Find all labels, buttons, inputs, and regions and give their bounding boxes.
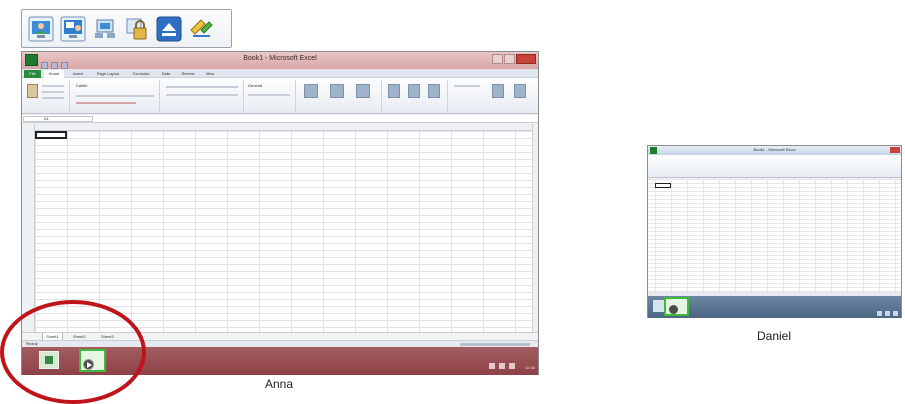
- clipboard-group: [22, 80, 70, 112]
- tab-home[interactable]: Home: [44, 70, 64, 78]
- daniel-active-cell: [655, 183, 671, 188]
- close-icon[interactable]: [516, 54, 536, 64]
- tab-file[interactable]: File: [24, 70, 41, 78]
- taskbar-sharing-app-icon[interactable]: [664, 297, 689, 316]
- tab-review[interactable]: Review: [178, 70, 198, 78]
- system-tray: 12:45: [485, 356, 535, 370]
- ribbon: Calibri General: [22, 78, 538, 114]
- name-box[interactable]: A1: [23, 116, 93, 122]
- minimize-icon[interactable]: [492, 54, 503, 64]
- share-apps-icon[interactable]: [92, 16, 118, 42]
- font-group: Calibri: [70, 80, 160, 112]
- zoom-slider[interactable]: [460, 343, 530, 346]
- sharing-toolbar: [21, 9, 232, 48]
- worksheet-grid[interactable]: [22, 124, 538, 332]
- number-format[interactable]: General: [248, 83, 262, 88]
- paste-icon[interactable]: [27, 84, 38, 98]
- insert-cells-icon[interactable]: [388, 84, 400, 98]
- number-group: General: [244, 80, 296, 112]
- font-name[interactable]: Calibri: [76, 83, 87, 88]
- flag-icon: [488, 363, 495, 369]
- ribbon-tabs: File Home Insert Page Layout Formulas Da…: [22, 69, 538, 78]
- speaker-icon: [498, 363, 505, 369]
- daniel-title-bar: Book1 - Microsoft Excel: [648, 146, 901, 155]
- daniel-ribbon: [648, 155, 901, 178]
- eject-icon[interactable]: [156, 16, 182, 42]
- anna-caption: Anna: [265, 377, 294, 391]
- tray-time: 12:45: [524, 365, 535, 370]
- window-title: Book1 - Microsoft Excel: [243, 55, 317, 62]
- lock-icon[interactable]: [124, 16, 150, 42]
- sort-filter-icon[interactable]: [492, 84, 504, 98]
- column-headers: [22, 124, 538, 131]
- formula-bar[interactable]: A1: [22, 115, 538, 123]
- conditional-formatting-icon[interactable]: [304, 84, 318, 98]
- highlight-circle: [0, 300, 146, 404]
- excel-title-bar: Book1 - Microsoft Excel: [22, 52, 538, 69]
- system-tray: [874, 303, 898, 321]
- network-icon: [508, 363, 515, 369]
- daniel-taskbar: [648, 296, 901, 318]
- window-controls[interactable]: [491, 54, 536, 66]
- editing-group: [448, 80, 538, 112]
- alignment-group: [160, 80, 244, 112]
- pen-annotate-icon[interactable]: [188, 16, 214, 42]
- cells-group: [382, 80, 448, 112]
- styles-group: [296, 80, 382, 112]
- daniel-caption: Daniel: [757, 329, 792, 343]
- tab-data[interactable]: Data: [158, 70, 174, 78]
- row-headers: [22, 124, 35, 332]
- tab-page-layout[interactable]: Page Layout: [92, 70, 124, 78]
- delete-cells-icon[interactable]: [408, 84, 420, 98]
- tab-view[interactable]: View: [202, 70, 218, 78]
- cell-styles-icon[interactable]: [356, 84, 370, 98]
- find-select-icon[interactable]: [514, 84, 526, 98]
- vertical-scrollbar[interactable]: [532, 124, 538, 332]
- tab-insert[interactable]: Insert: [68, 70, 88, 78]
- daniel-worksheet-grid[interactable]: [648, 179, 901, 292]
- maximize-icon[interactable]: [504, 54, 515, 64]
- play-icon: [669, 305, 678, 314]
- daniel-window-title: Book1 - Microsoft Excel: [753, 147, 796, 152]
- tab-formulas[interactable]: Formulas: [128, 70, 154, 78]
- daniel-screen: Book1 - Microsoft Excel: [647, 145, 902, 318]
- format-table-icon[interactable]: [330, 84, 344, 98]
- share-window-icon[interactable]: [60, 16, 86, 42]
- share-user-icon[interactable]: [28, 16, 54, 42]
- close-icon[interactable]: [890, 147, 900, 153]
- format-cells-icon[interactable]: [428, 84, 440, 98]
- active-cell[interactable]: [35, 131, 67, 139]
